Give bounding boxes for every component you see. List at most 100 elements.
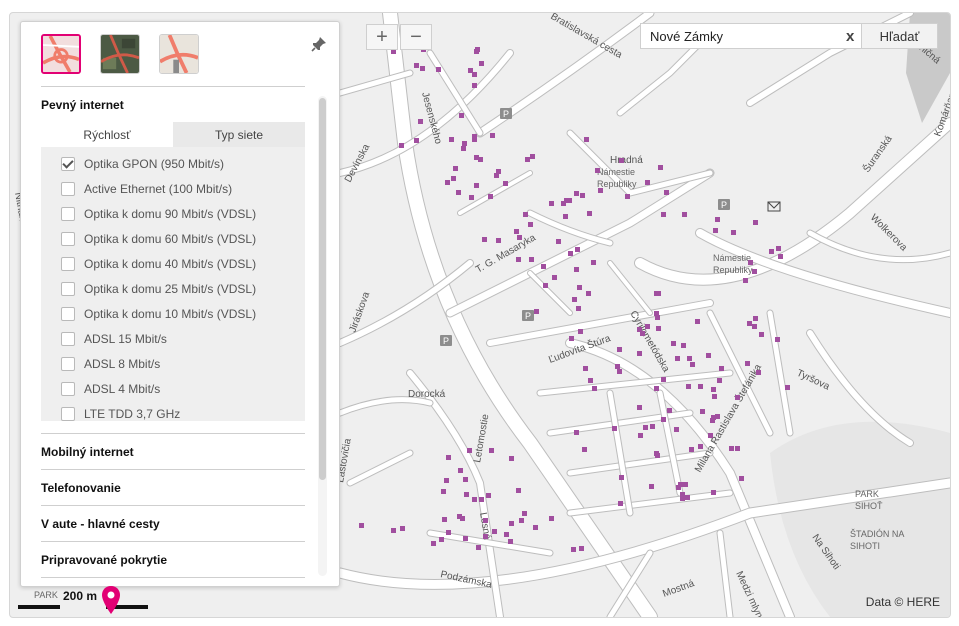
option-gpon[interactable]: Optika GPON (950 Mbit/s) [41,151,305,176]
checkbox[interactable] [61,181,75,196]
coverage-dot [752,324,757,329]
coverage-dot [785,385,790,390]
coverage-dot [689,447,694,452]
section-mobile-internet[interactable]: Mobilný internet [41,433,305,469]
coverage-dot [645,324,650,329]
coverage-dot [420,66,425,71]
checkbox[interactable] [61,156,75,171]
coverage-dot [582,447,587,452]
clear-icon[interactable]: x [839,28,861,45]
checkbox[interactable] [61,381,75,396]
coverage-dot [681,343,686,348]
search-input[interactable] [641,27,840,45]
coverage-dot [462,141,467,146]
option-adsl-4[interactable]: ADSL 4 Mbit/s [41,376,305,401]
option-vdsl-10[interactable]: Optika k domu 10 Mbit/s (VDSL) [41,301,305,326]
parking-icon-letter: P [503,109,509,119]
street-label: Mostná [661,578,696,600]
coverage-dot [472,83,477,88]
coverage-dot [719,366,724,371]
post-office-icon-flap [767,201,781,209]
coverage-dot [543,283,548,288]
map-type-basic[interactable] [41,34,81,74]
coverage-dot [756,370,761,375]
coverage-dot [729,446,734,451]
coverage-dot [464,492,469,497]
option-vdsl-90[interactable]: Optika k domu 90 Mbit/s (VDSL) [41,201,305,226]
coverage-dot [645,180,650,185]
coverage-dot [735,395,740,400]
coverage-dot [528,222,533,227]
option-adsl-8[interactable]: ADSL 8 Mbit/s [41,351,305,376]
road [567,490,733,516]
checkbox[interactable] [61,306,75,321]
checkbox[interactable] [61,281,75,296]
area-label: Republiky [597,179,637,189]
coverage-dot [712,394,717,399]
search-button[interactable]: Hľadať [862,23,938,49]
map-basic-thumbnail-icon [43,36,79,72]
coverage-dot [442,517,447,522]
option-vdsl-60[interactable]: Optika k domu 60 Mbit/s (VDSL) [41,226,305,251]
panel-scrollbar[interactable] [318,96,327,576]
zoom-out-button[interactable]: − [400,24,432,50]
tab-speed[interactable]: Rýchlosť [41,122,173,147]
zoom-controls: + − [366,24,434,50]
option-vdsl-40[interactable]: Optika k domu 40 Mbit/s (VDSL) [41,251,305,276]
coverage-dot [747,321,752,326]
section-car-roads[interactable]: V aute - hlavné cesty [41,505,305,541]
zoom-in-button[interactable]: + [366,24,398,50]
area-label: ŠTADIÓN NA [850,529,904,539]
coverage-dot [661,377,666,382]
section-planned-coverage[interactable]: Pripravované pokrytie [41,541,305,577]
coverage-dot [690,362,695,367]
coverage-dot [759,332,764,337]
checkbox[interactable] [61,231,75,246]
map-type-terrain[interactable] [159,34,199,74]
pin-icon[interactable] [311,36,327,52]
tab-network-type[interactable]: Typ siete [173,122,305,147]
coverage-dot [671,341,676,346]
option-label: Optika k domu 10 Mbit/s (VDSL) [84,306,257,321]
coverage-dot [446,455,451,460]
section-telephony[interactable]: Telefonovanie [41,469,305,505]
coverage-dot [414,63,419,68]
checkbox[interactable] [61,356,75,371]
coverage-dot [359,523,364,528]
checkbox[interactable] [61,406,75,421]
panel-scroll-thumb[interactable] [319,98,326,480]
coverage-dot [745,361,750,366]
map-type-satellite[interactable] [100,34,140,74]
section-fixed-internet[interactable]: Pevný internet [41,86,305,122]
road [607,390,633,516]
road [347,450,413,486]
coverage-dot [563,214,568,219]
area-label: Námestie [713,253,751,263]
checkbox[interactable] [61,256,75,271]
coverage-dot [508,539,513,544]
coverage-dot [654,386,659,391]
coverage-dot [577,285,582,290]
coverage-dot [525,157,530,162]
parking-icon-letter: P [525,311,531,321]
location-marker-icon[interactable] [101,585,121,615]
coverage-dot [549,516,554,521]
coverage-dot [445,180,450,185]
coverage-dot [656,291,661,296]
checkbox[interactable] [61,331,75,346]
coverage-dot [583,366,588,371]
checkbox[interactable] [61,206,75,221]
coverage-dot [533,525,538,530]
coverage-dot [574,430,579,435]
coverage-dot [463,536,468,541]
area-label: SIHOTI [850,541,880,551]
coverage-dot [472,134,477,139]
option-label: Active Ethernet (100 Mbit/s) [84,181,233,196]
coverage-dot [479,497,484,502]
coverage-dot [516,488,521,493]
coverage-dot [711,415,716,420]
option-adsl-15[interactable]: ADSL 15 Mbit/s [41,326,305,351]
option-vdsl-25[interactable]: Optika k domu 25 Mbit/s (VDSL) [41,276,305,301]
option-label: ADSL 4 Mbit/s [84,381,161,396]
option-active-ethernet[interactable]: Active Ethernet (100 Mbit/s) [41,176,305,201]
